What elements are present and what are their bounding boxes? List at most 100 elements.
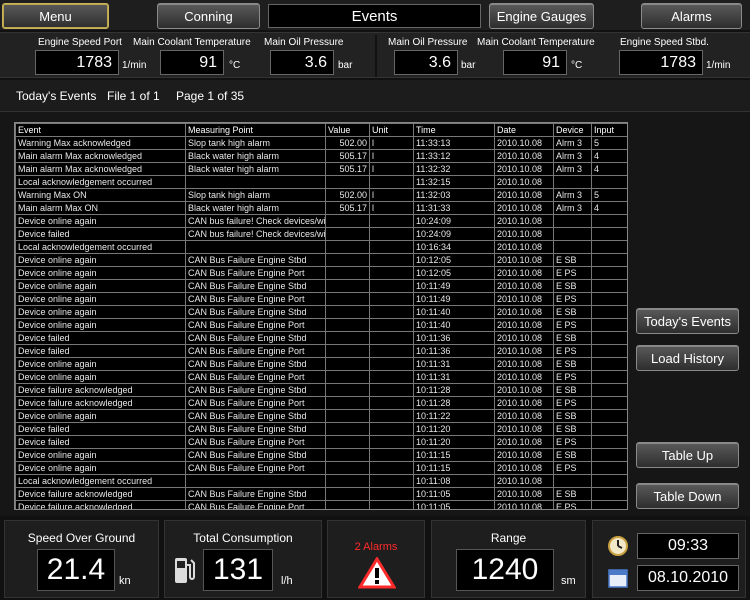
alarms-panel[interactable]: 2 Alarms: [327, 520, 425, 598]
table-row[interactable]: Device online again CAN Bus Failure Engin…: [15, 409, 627, 423]
cell-unit: [369, 422, 414, 436]
column-header-input[interactable]: Input: [591, 123, 627, 137]
cell-event: Device failed: [15, 435, 186, 449]
cell-measuring-point: CAN Bus Failure Engine Stbd: [185, 448, 326, 462]
todays-events-button[interactable]: Today's Events: [636, 308, 739, 334]
cell-measuring-point: [185, 175, 326, 189]
table-row[interactable]: Warning Max ON Slop tank high alarm 502.00…: [15, 188, 627, 202]
cell-device: [553, 240, 592, 254]
table-row[interactable]: Device failure acknowledged CAN Bus Failu…: [15, 500, 627, 509]
table-row[interactable]: Warning Max acknowledged Slop tank high a…: [15, 136, 627, 150]
cell-value: [325, 409, 370, 423]
cell-unit: [369, 370, 414, 384]
table-row[interactable]: Device online again CAN Bus Failure Engin…: [15, 318, 627, 332]
cell-time: 10:24:09: [413, 214, 495, 228]
table-down-button[interactable]: Table Down: [636, 483, 739, 509]
table-row[interactable]: Device online again CAN bus failure! Chec…: [15, 214, 627, 228]
page-indicator: Page 1 of 35: [176, 89, 245, 103]
table-row[interactable]: Main alarm Max ON Black water high alarm 5…: [15, 201, 627, 215]
gauge-unit: 1/min: [122, 60, 147, 71]
column-header-measuring-point[interactable]: Measuring Point: [185, 123, 326, 137]
table-row[interactable]: Device online again CAN Bus Failure Engin…: [15, 253, 627, 267]
cell-unit: [369, 435, 414, 449]
engine-gauges-button[interactable]: Engine Gauges: [489, 3, 594, 29]
table-row[interactable]: Device online again CAN Bus Failure Engin…: [15, 357, 627, 371]
cell-input: [591, 370, 627, 384]
cell-value: [325, 266, 370, 280]
cell-time: 10:11:15: [413, 448, 495, 462]
table-row[interactable]: Device online again CAN Bus Failure Engin…: [15, 448, 627, 462]
cell-input: [591, 409, 627, 423]
alarms-button[interactable]: Alarms: [641, 3, 742, 29]
cell-unit: l: [369, 149, 414, 163]
column-header-unit[interactable]: Unit: [369, 123, 414, 137]
cell-event: Device failed: [15, 422, 186, 436]
cell-value: [325, 357, 370, 371]
cell-value: [325, 448, 370, 462]
table-row[interactable]: Device online again CAN Bus Failure Engin…: [15, 279, 627, 293]
table-row[interactable]: Local acknowledgement occurred 10:16:34 20…: [15, 240, 627, 254]
table-row[interactable]: Device online again CAN Bus Failure Engin…: [15, 292, 627, 306]
table-row[interactable]: Main alarm Max acknowledged Black water h…: [15, 149, 627, 163]
table-row[interactable]: Device failure acknowledged CAN Bus Failu…: [15, 396, 627, 410]
table-row[interactable]: Device failed CAN Bus Failure Engine Stbd…: [15, 331, 627, 345]
table-row[interactable]: Device failed CAN Bus Failure Engine Port…: [15, 435, 627, 449]
cell-input: [591, 461, 627, 475]
table-row[interactable]: Main alarm Max acknowledged Black water h…: [15, 162, 627, 176]
menu-button[interactable]: Menu: [2, 3, 109, 29]
cell-device: [553, 175, 592, 189]
events-table-container: Event Measuring Point Value Unit Time Da…: [14, 122, 628, 510]
cell-measuring-point: Black water high alarm: [185, 201, 326, 215]
table-row[interactable]: Device failed CAN bus failure! Check devi…: [15, 227, 627, 241]
table-row[interactable]: Device failure acknowledged CAN Bus Failu…: [15, 487, 627, 501]
table-row[interactable]: Device failed CAN Bus Failure Engine Port…: [15, 344, 627, 358]
cell-time: 10:11:31: [413, 357, 495, 371]
cell-unit: [369, 383, 414, 397]
table-header-row: Event Measuring Point Value Unit Time Da…: [15, 123, 627, 137]
cell-device: Alrm 3: [553, 136, 592, 150]
table-row[interactable]: Device online again CAN Bus Failure Engin…: [15, 305, 627, 319]
cell-value: [325, 292, 370, 306]
table-row[interactable]: Device failed CAN Bus Failure Engine Stbd…: [15, 422, 627, 436]
cell-value: [325, 331, 370, 345]
table-up-button[interactable]: Table Up: [636, 442, 739, 468]
cell-measuring-point: CAN Bus Failure Engine Port: [185, 344, 326, 358]
gauge-unit: °C: [229, 60, 241, 71]
cell-input: [591, 214, 627, 228]
top-nav-bar: Menu Conning Events Engine Gauges Alarms: [0, 0, 750, 30]
table-row[interactable]: Device online again CAN Bus Failure Engin…: [15, 266, 627, 280]
table-row[interactable]: Local acknowledgement occurred 11:32:15 20…: [15, 175, 627, 189]
table-row[interactable]: Device failure acknowledged CAN Bus Failu…: [15, 383, 627, 397]
cell-input: [591, 266, 627, 280]
column-header-device[interactable]: Device: [553, 123, 592, 137]
file-indicator: File 1 of 1: [107, 89, 160, 103]
cell-event: Device online again: [15, 266, 186, 280]
load-history-button[interactable]: Load History: [636, 345, 739, 371]
consumption-value: 131: [203, 549, 273, 591]
cell-measuring-point: Black water high alarm: [185, 149, 326, 163]
cell-value: [325, 370, 370, 384]
cell-date: 2010.10.08: [494, 461, 554, 475]
cell-device: E PS: [553, 500, 592, 509]
cell-time: 10:16:34: [413, 240, 495, 254]
events-table: Event Measuring Point Value Unit Time Da…: [15, 123, 627, 509]
fuel-pump-icon: [173, 555, 195, 590]
cell-device: [553, 214, 592, 228]
table-row[interactable]: Device online again CAN Bus Failure Engin…: [15, 461, 627, 475]
coolant-temp-port-value: 91: [160, 50, 224, 75]
cell-date: 2010.10.08: [494, 396, 554, 410]
column-header-time[interactable]: Time: [413, 123, 495, 137]
cell-event: Warning Max acknowledged: [15, 136, 186, 150]
conning-button[interactable]: Conning: [157, 3, 260, 29]
column-header-value[interactable]: Value: [325, 123, 370, 137]
column-header-date[interactable]: Date: [494, 123, 554, 137]
table-row[interactable]: Local acknowledgement occurred 10:11:08 20…: [15, 474, 627, 488]
cell-measuring-point: CAN Bus Failure Engine Stbd: [185, 409, 326, 423]
cell-unit: [369, 448, 414, 462]
cell-device: E PS: [553, 344, 592, 358]
cell-date: 2010.10.08: [494, 253, 554, 267]
column-header-event[interactable]: Event: [15, 123, 186, 137]
date-time-panel: 09:33 08.10.2010: [592, 520, 746, 598]
table-row[interactable]: Device online again CAN Bus Failure Engin…: [15, 370, 627, 384]
cell-measuring-point: [185, 474, 326, 488]
